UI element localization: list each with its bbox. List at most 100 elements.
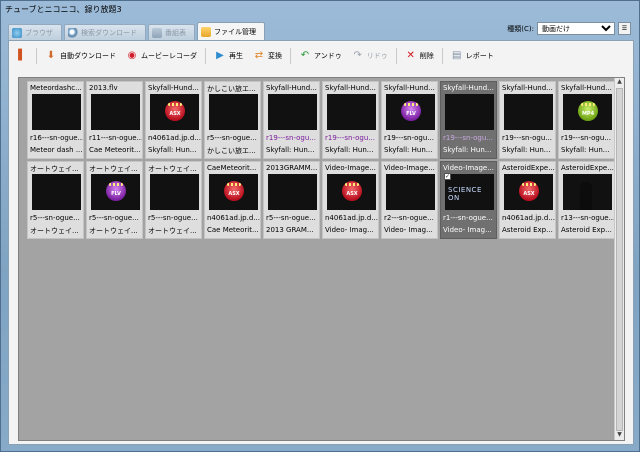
file-source-id: r1---sn-ogue...	[443, 214, 493, 222]
toolbar-main-button[interactable]: ▌	[12, 47, 32, 65]
file-name: 2013GRAMM...	[266, 164, 318, 172]
toolbar-separator	[290, 48, 291, 64]
file-name: Skyfall-Hund...	[148, 84, 199, 92]
tab-file-manager-label: ファイル管理	[214, 27, 256, 36]
file-tile[interactable]: 2013.flv 3 r11---sn-ogue... Cae Meteorit...	[86, 81, 143, 159]
scroll-thumb[interactable]	[616, 88, 623, 431]
scroll-up-icon[interactable]: ▲	[615, 78, 624, 87]
file-name: AsteroidExpe...	[561, 164, 614, 172]
tab-browser-label: ブラウザ	[25, 28, 53, 37]
file-thumbnail: FLV	[386, 94, 435, 130]
undo-button[interactable]: ↶ アンドゥ	[295, 47, 346, 65]
play-icon: ▶	[216, 50, 224, 61]
tab-browser[interactable]: ブラウザ	[8, 24, 62, 40]
file-source-id: r19---sn-ogu...	[325, 134, 375, 142]
asx-file-icon: ASX	[224, 181, 244, 201]
kind-select[interactable]: 動画だけ	[537, 22, 615, 35]
file-title: Skyfall: Hun...	[266, 146, 315, 154]
tab-program-guide[interactable]: 番組表	[148, 24, 195, 40]
file-title: Skyfall: Hun...	[325, 146, 374, 154]
delete-label: 削除	[419, 52, 434, 60]
file-source-id: r5---sn-ogue...	[207, 134, 257, 142]
file-name: かしこい旅エ...	[207, 85, 256, 93]
file-grid: Meteordashc... r16---sn-ogue... Meteor das…	[18, 77, 625, 441]
scroll-down-icon[interactable]: ▼	[615, 431, 624, 440]
file-thumbnail	[32, 94, 81, 130]
window-title: チューブとニコニコ、録り放題3	[5, 4, 122, 14]
file-tile[interactable]: Meteordashc... r16---sn-ogue... Meteor das…	[27, 81, 84, 159]
file-title: Skyfall: Hun...	[502, 146, 551, 154]
convert-button[interactable]: ⇄ 変換	[249, 47, 286, 65]
file-source-id: n4061ad.jp.d...	[502, 214, 555, 222]
file-source-id: r16---sn-ogue...	[30, 134, 83, 142]
file-source-id: r2---sn-ogue...	[384, 214, 434, 222]
vertical-scrollbar[interactable]: ▲ ▼	[614, 78, 624, 440]
file-title: Skyfall: Hun...	[384, 146, 433, 154]
file-title: 2013 GRAM...	[266, 226, 314, 234]
file-tile[interactable]: Skyfall-Hund... r19---sn-ogu... Skyfall: H…	[440, 81, 497, 159]
file-tile[interactable]: かしこい旅エ... r5---sn-ogue... かしこい旅エ...	[204, 81, 261, 159]
file-source-id: r19---sn-ogu...	[384, 134, 434, 142]
file-tile[interactable]: 2013GRAMM... r5---sn-ogue... 2013 GRAM...	[263, 161, 320, 239]
file-tile[interactable]: Skyfall-Hund... r19---sn-ogu... Skyfall: H…	[499, 81, 556, 159]
file-title: Skyfall: Hun...	[561, 146, 610, 154]
file-source-id: r19---sn-ogu...	[561, 134, 611, 142]
undo-icon: ↶	[300, 50, 310, 61]
file-title: Asteroid Exp...	[502, 226, 553, 234]
file-tile[interactable]: Video-Image... SCIENCE ON ✓ r1---sn-ogue...…	[440, 161, 497, 239]
asx-file-icon: ASX	[165, 101, 185, 121]
file-title: Video- Imag...	[443, 226, 492, 234]
title-bar: チューブとニコニコ、録り放題3	[1, 1, 639, 17]
file-thumbnail	[504, 94, 553, 130]
tab-search-download[interactable]: 検索ダウンロード	[64, 24, 146, 40]
file-tile[interactable]: オートウェイ... r5---sn-ogue... オートウェイ...	[27, 161, 84, 239]
tab-program-guide-label: 番組表	[165, 28, 186, 37]
record-icon: ◉	[127, 50, 137, 61]
auto-download-button[interactable]: ⬇ 自動ダウンロード	[41, 47, 120, 65]
toolbar-separator	[441, 48, 443, 64]
file-tile[interactable]: Skyfall-Hund... MP4 r19---sn-ogu... Skyfall…	[558, 81, 615, 159]
asx-file-icon: ASX	[519, 181, 539, 201]
file-title: オートウェイ...	[148, 227, 197, 235]
file-tile[interactable]: CaeMeteorit... ASX n4061ad.jp.d... Cae Mete…	[204, 161, 261, 239]
file-title: Video- Imag...	[325, 226, 374, 234]
tile-checkbox[interactable]: ✓	[444, 173, 451, 180]
tab-search-download-label: 検索ダウンロード	[81, 28, 137, 37]
kind-label: 種類(C):	[507, 24, 534, 33]
file-source-id: r19---sn-ogu...	[443, 134, 493, 142]
file-tile[interactable]: AsteroidExpe... ASX n4061ad.jp.d... Asteroi…	[499, 161, 556, 239]
convert-icon: ⇄	[254, 50, 264, 61]
file-tile[interactable]: Video-Image... r2---sn-ogue... Video- Imag…	[381, 161, 438, 239]
file-name: Skyfall-Hund...	[325, 84, 376, 92]
file-title: Meteor dash ...	[30, 146, 83, 154]
file-tile[interactable]: Skyfall-Hund... ASX n4061ad.jp.d... Skyfall…	[145, 81, 202, 159]
file-name: 2013.flv	[89, 84, 118, 92]
file-tile[interactable]: オートウェイ... r5---sn-ogue... オートウェイ...	[145, 161, 202, 239]
menu-button[interactable]: ☰	[618, 22, 631, 35]
file-name: CaeMeteorit...	[207, 164, 257, 172]
redo-button[interactable]: ↷ リドゥ	[348, 47, 392, 65]
file-title: かしこい旅エ...	[207, 147, 256, 155]
file-tile[interactable]: Skyfall-Hund... FLV r19---sn-ogu... Skyfall…	[381, 81, 438, 159]
movie-recorder-button[interactable]: ◉ ムービーレコーダ	[122, 47, 201, 65]
file-source-id: r5---sn-ogue...	[30, 214, 80, 222]
file-thumbnail: ASX	[327, 174, 376, 210]
delete-icon: ✕	[406, 50, 415, 61]
auto-download-icon: ⬇	[46, 50, 56, 61]
file-tile[interactable]: Skyfall-Hund... r19---sn-ogu... Skyfall: H…	[263, 81, 320, 159]
file-source-id: n4061ad.jp.d...	[325, 214, 378, 222]
file-title: オートウェイ...	[30, 227, 79, 235]
file-name: Skyfall-Hund...	[502, 84, 553, 92]
convert-label: 変換	[268, 52, 282, 60]
delete-button[interactable]: ✕ 削除	[401, 47, 438, 65]
report-button[interactable]: ▤ レポート	[447, 47, 498, 65]
file-tile[interactable]: オートウェイ... FLV r5---sn-ogue... オートウェイ...	[86, 161, 143, 239]
file-tile[interactable]: Skyfall-Hund... r19---sn-ogu... Skyfall: H…	[322, 81, 379, 159]
file-tile[interactable]: Video-Image... ASX n4061ad.jp.d... Video- I…	[322, 161, 379, 239]
asx-file-icon: ASX	[342, 181, 362, 201]
file-title: Video- Imag...	[384, 226, 433, 234]
play-button[interactable]: ▶ 再生	[210, 47, 247, 65]
kind-filter: 種類(C): 動画だけ ☰	[507, 22, 631, 35]
tab-file-manager[interactable]: ファイル管理	[197, 22, 265, 40]
file-tile[interactable]: AsteroidExpe... r13---sn-ogue... Asteroid …	[558, 161, 615, 239]
